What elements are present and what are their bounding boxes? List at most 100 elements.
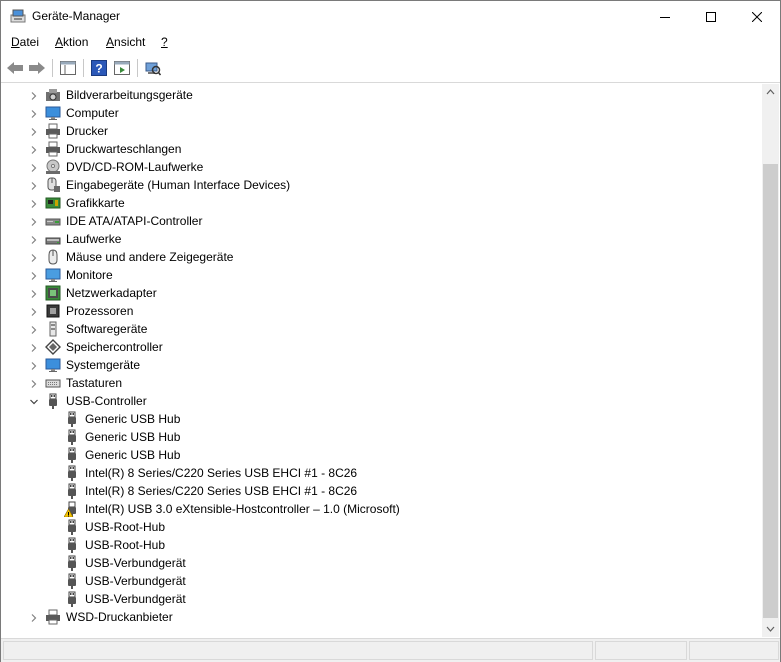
computer-icon: [45, 105, 61, 121]
tree-category-item[interactable]: Monitore: [1, 266, 741, 284]
minimize-button[interactable]: [642, 1, 688, 32]
chevron-right-icon[interactable]: [29, 144, 39, 154]
tree-category-item[interactable]: Grafikkarte: [1, 194, 741, 212]
network-adapter-icon: [45, 285, 61, 301]
usb-icon: [64, 447, 80, 463]
menu-help[interactable]: ?: [161, 35, 168, 49]
tree-child-item[interactable]: USB-Verbundgerät: [1, 590, 741, 608]
tree-category-item[interactable]: Speichercontroller: [1, 338, 741, 356]
chevron-right-icon[interactable]: [29, 180, 39, 190]
back-button[interactable]: [6, 59, 24, 77]
tree-category-item[interactable]: Druckwarteschlangen: [1, 140, 741, 158]
chevron-right-icon[interactable]: [29, 306, 39, 316]
chevron-right-icon[interactable]: [29, 216, 39, 226]
scroll-up-arrow-icon[interactable]: [762, 84, 779, 101]
hid-icon: [45, 177, 61, 193]
tree-category-item[interactable]: Bildverarbeitungsgeräte: [1, 86, 741, 104]
tree-item-label: Prozessoren: [66, 304, 134, 318]
menu-ansicht[interactable]: Ansicht: [106, 35, 145, 49]
chevron-right-icon[interactable]: [29, 234, 39, 244]
tree-item-label: DVD/CD-ROM-Laufwerke: [66, 160, 204, 174]
tree-category-item[interactable]: Mäuse und andere Zeigegeräte: [1, 248, 741, 266]
dvd-icon: [45, 159, 61, 175]
menu-aktion[interactable]: Aktion: [55, 35, 88, 49]
tree-category-item[interactable]: Softwaregeräte: [1, 320, 741, 338]
tree-category-item[interactable]: Computer: [1, 104, 741, 122]
chevron-right-icon[interactable]: [29, 342, 39, 352]
scroll-down-arrow-icon[interactable]: [762, 620, 779, 637]
chevron-right-icon[interactable]: [29, 324, 39, 334]
menu-datei[interactable]: Datei: [11, 35, 39, 49]
toolbar: ?: [1, 54, 780, 83]
chevron-down-icon[interactable]: [29, 396, 39, 406]
tree-category-item[interactable]: Laufwerke: [1, 230, 741, 248]
help-button[interactable]: ?: [90, 59, 108, 77]
display-adapter-icon: [45, 195, 61, 211]
title-bar[interactable]: Geräte-Manager: [1, 1, 780, 32]
toolbar-separator: [83, 59, 84, 77]
scrollbar-thumb[interactable]: [763, 164, 778, 618]
device-manager-app-icon: [10, 9, 26, 23]
tree-child-item[interactable]: Generic USB Hub: [1, 446, 741, 464]
tree-child-item[interactable]: Generic USB Hub: [1, 428, 741, 446]
help-icon: ?: [91, 60, 107, 76]
chevron-right-icon[interactable]: [29, 360, 39, 370]
console-tree-icon: [60, 61, 76, 75]
scan-hardware-button[interactable]: [144, 59, 162, 77]
tree-child-item[interactable]: USB-Verbundgerät: [1, 572, 741, 590]
tree-item-label: Grafikkarte: [66, 196, 125, 210]
chevron-right-icon[interactable]: [29, 126, 39, 136]
tree-category-item[interactable]: Tastaturen: [1, 374, 741, 392]
vertical-scrollbar[interactable]: [762, 84, 779, 637]
forward-arrow-icon: [29, 62, 45, 74]
forward-button[interactable]: [28, 59, 46, 77]
chevron-right-icon[interactable]: [29, 90, 39, 100]
svg-text:?: ?: [95, 62, 102, 76]
tree-category-item[interactable]: USB-Controller: [1, 392, 741, 410]
close-button[interactable]: [734, 1, 780, 32]
tree-item-label: Generic USB Hub: [85, 448, 181, 462]
chevron-right-icon[interactable]: [29, 612, 39, 622]
tree-item-label: USB-Verbundgerät: [85, 556, 186, 570]
tree-category-item[interactable]: WSD-Druckanbieter: [1, 608, 741, 626]
chevron-right-icon[interactable]: [29, 288, 39, 298]
chevron-right-icon[interactable]: [29, 270, 39, 280]
chevron-right-icon[interactable]: [29, 252, 39, 262]
tree-category-item[interactable]: Systemgeräte: [1, 356, 741, 374]
maximize-button[interactable]: [688, 1, 734, 32]
tree-item-label: Mäuse und andere Zeigegeräte: [66, 250, 234, 264]
toolbar-separator: [137, 59, 138, 77]
tree-category-item[interactable]: DVD/CD-ROM-Laufwerke: [1, 158, 741, 176]
tree-category-item[interactable]: Drucker: [1, 122, 741, 140]
chevron-right-icon[interactable]: [29, 162, 39, 172]
tree-category-item[interactable]: Prozessoren: [1, 302, 741, 320]
tree-item-label: Bildverarbeitungsgeräte: [66, 88, 193, 102]
tree-child-item[interactable]: USB-Verbundgerät: [1, 554, 741, 572]
tree-category-item[interactable]: Eingabegeräte (Human Interface Devices): [1, 176, 741, 194]
tree-category-item[interactable]: Netzwerkadapter: [1, 284, 741, 302]
usb-icon: [64, 573, 80, 589]
chevron-right-icon[interactable]: [29, 108, 39, 118]
tree-child-item[interactable]: Intel(R) USB 3.0 eXtensible-Hostcontroll…: [1, 500, 741, 518]
chevron-right-icon[interactable]: [29, 378, 39, 388]
show-hide-console-tree-button[interactable]: [59, 59, 77, 77]
tree-child-item[interactable]: Intel(R) 8 Series/C220 Series USB EHCI #…: [1, 482, 741, 500]
device-tree: Bildverarbeitungsgeräte Computer Drucker Dr…: [1, 84, 762, 637]
tree-child-item[interactable]: Intel(R) 8 Series/C220 Series USB EHCI #…: [1, 464, 741, 482]
tree-item-label: Netzwerkadapter: [66, 286, 157, 300]
tree-child-item[interactable]: USB-Root-Hub: [1, 536, 741, 554]
printer-icon: [45, 141, 61, 157]
keyboard-icon: [45, 375, 61, 391]
device-manager-window: Geräte-Manager Datei Aktion Ansicht ? ?: [0, 0, 781, 662]
usb-icon: [64, 537, 80, 553]
tree-child-item[interactable]: USB-Root-Hub: [1, 518, 741, 536]
chevron-right-icon[interactable]: [29, 198, 39, 208]
tree-item-label: Tastaturen: [66, 376, 123, 390]
tree-item-label: Softwaregeräte: [66, 322, 148, 336]
tree-item-label: Generic USB Hub: [85, 412, 181, 426]
tree-child-item[interactable]: Generic USB Hub: [1, 410, 741, 428]
maximize-icon: [706, 11, 716, 22]
tree-category-item[interactable]: IDE ATA/ATAPI-Controller: [1, 212, 741, 230]
status-segment: [689, 641, 779, 660]
properties-button[interactable]: [113, 59, 131, 77]
